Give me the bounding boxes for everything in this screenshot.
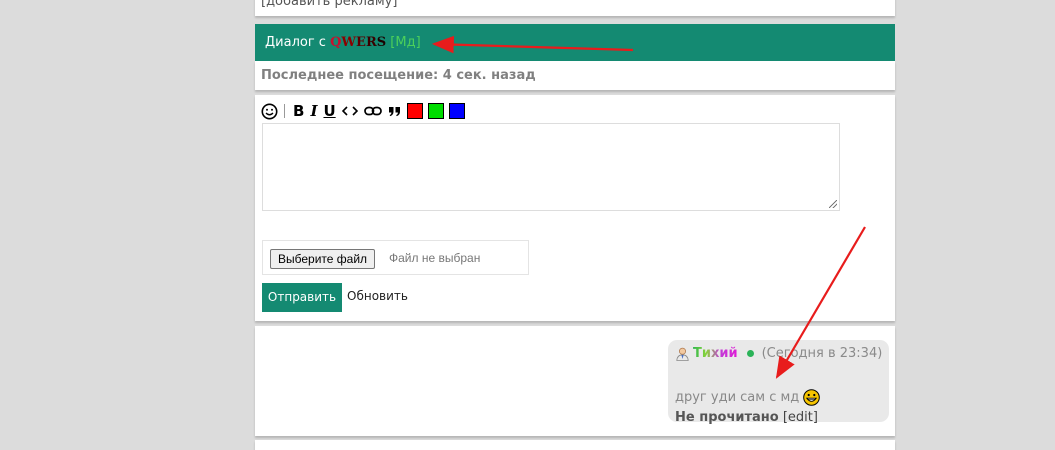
color-blue-swatch[interactable]	[448, 103, 465, 119]
add-advert-link[interactable]: [добавить рекламу]	[261, 0, 397, 9]
message-header: Тихий (Сегодня в 23:34)	[676, 346, 882, 361]
ad-panel: [добавить рекламу]	[255, 0, 895, 16]
dialog-prefix: Диалог с	[265, 35, 326, 50]
user-avatar-icon	[676, 347, 689, 361]
edit-link[interactable]: [edit]	[783, 410, 818, 425]
unread-status: Не прочитано	[675, 410, 779, 425]
color-red-swatch[interactable]	[406, 103, 423, 119]
file-upload: Выберите файл Файл не выбран	[262, 240, 529, 275]
color-green-swatch[interactable]	[427, 103, 444, 119]
dialog-user-nick[interactable]: QWERS	[330, 35, 386, 50]
user-rank-badge: [Мд]	[390, 35, 421, 50]
message-bubble: Тихий (Сегодня в 23:34) друг уди сам с м…	[668, 340, 889, 425]
format-toolbar: B I U	[261, 101, 470, 121]
next-panel	[255, 440, 895, 450]
message-textarea[interactable]	[262, 123, 840, 211]
message-author[interactable]: Тихий	[693, 346, 738, 361]
message-time: (Сегодня в 23:34)	[761, 346, 883, 361]
bold-button[interactable]: B	[293, 102, 304, 120]
dialog-title: Диалог с QWERS [Мд]	[265, 35, 421, 50]
italic-button[interactable]: I	[310, 102, 317, 120]
last-seen-text: Последнее посещение: 4 сек. назад	[261, 68, 536, 83]
message-status-row: Не прочитано [edit]	[675, 410, 818, 425]
compose-panel: B I U Выберите файл Файл не выбран Отпра…	[255, 95, 895, 321]
smiley-icon[interactable]	[261, 102, 278, 120]
code-icon[interactable]	[341, 102, 358, 120]
last-seen-panel: Последнее посещение: 4 сек. назад	[255, 61, 895, 90]
online-status-dot	[746, 350, 754, 357]
choose-file-button[interactable]: Выберите файл	[270, 249, 376, 269]
message-text-row: друг уди сам с мд	[675, 389, 821, 406]
resize-grip-icon[interactable]	[829, 200, 837, 208]
refresh-link[interactable]: Обновить	[347, 289, 408, 303]
toolbar-separator	[284, 104, 285, 118]
quote-icon[interactable]	[388, 102, 401, 120]
dialog-header: Диалог с QWERS [Мд]	[255, 24, 895, 61]
message-text: друг уди сам с мд	[675, 390, 800, 405]
send-button[interactable]: Отправить	[262, 283, 342, 312]
link-icon[interactable]	[363, 102, 382, 120]
messages-panel: Тихий (Сегодня в 23:34) друг уди сам с м…	[255, 326, 895, 436]
underline-button[interactable]: U	[323, 102, 335, 120]
file-status-text: Файл не выбран	[389, 251, 481, 265]
grin-smiley-icon	[803, 389, 821, 406]
